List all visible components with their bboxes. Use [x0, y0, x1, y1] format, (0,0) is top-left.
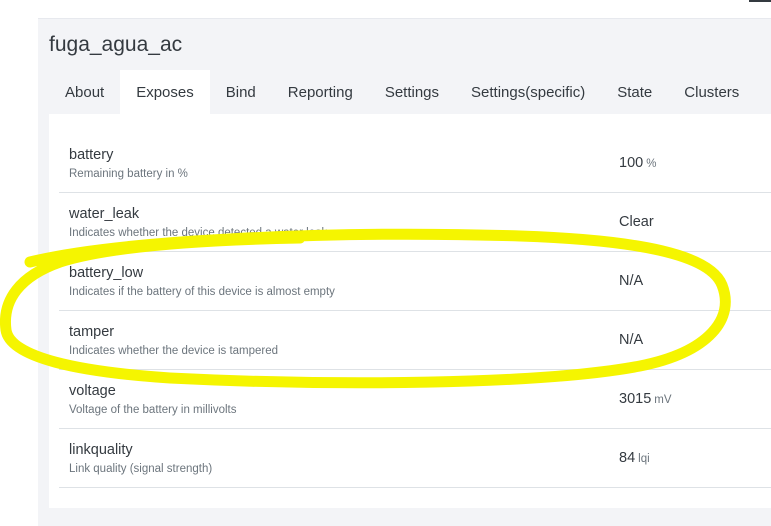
value-text: 3015 — [619, 391, 652, 407]
expose-name: battery_low — [69, 265, 144, 281]
expose-description: Indicates if the battery of this device … — [69, 286, 335, 298]
value-text: Clear — [619, 214, 654, 230]
tab-exposes[interactable]: Exposes — [120, 70, 210, 114]
expose-description: Indicates whether the device detected a … — [69, 227, 328, 239]
expose-description: Remaining battery in % — [69, 168, 188, 180]
value-text: 84 — [619, 450, 636, 466]
tab-state[interactable]: State — [601, 70, 668, 114]
expose-row-water-leak: water_leak Indicates whether the device … — [59, 193, 771, 252]
tab-clusters[interactable]: Clusters — [668, 70, 755, 114]
expose-value: N/A — [619, 273, 646, 289]
navbar-edge — [749, 0, 771, 2]
expose-row-battery-low: battery_low Indicates if the battery of … — [59, 252, 771, 311]
expose-row-battery: battery Remaining battery in % 100% — [59, 134, 771, 193]
value-text: N/A — [619, 273, 644, 289]
expose-name: water_leak — [69, 206, 140, 222]
expose-name: tamper — [69, 324, 115, 340]
expose-name: voltage — [69, 383, 116, 399]
expose-value: N/A — [619, 332, 646, 348]
expose-row-tamper: tamper Indicates whether the device is t… — [59, 311, 771, 370]
tab-settings[interactable]: Settings — [369, 70, 455, 114]
device-title: fuga_agua_ac — [49, 33, 183, 56]
value-unit: % — [646, 158, 657, 170]
expose-name: linkquality — [69, 442, 133, 458]
tab-settings-specific[interactable]: Settings(specific) — [455, 70, 601, 114]
expose-value: Clear — [619, 214, 657, 230]
exposes-list: battery Remaining battery in % 100% wate… — [59, 134, 771, 488]
tab-about[interactable]: About — [49, 70, 120, 114]
expose-name: battery — [69, 147, 114, 163]
value-unit: lqi — [638, 453, 650, 465]
expose-row-voltage: voltage Voltage of the battery in milliv… — [59, 370, 771, 429]
expose-value: 100% — [619, 155, 656, 171]
tab-reporting[interactable]: Reporting — [272, 70, 369, 114]
value-text: N/A — [619, 332, 644, 348]
expose-description: Indicates whether the device is tampered — [69, 345, 279, 357]
expose-value: 84 lqi — [619, 450, 650, 466]
value-unit: mV — [654, 394, 672, 406]
expose-row-linkquality: linkquality Link quality (signal strengt… — [59, 429, 771, 488]
expose-description: Voltage of the battery in millivolts — [69, 404, 237, 416]
top-navbar — [38, 0, 771, 19]
device-tabs: About Exposes Bind Reporting Settings Se… — [49, 70, 755, 114]
expose-value: 3015 mV — [619, 391, 672, 407]
expose-description: Link quality (signal strength) — [69, 463, 213, 475]
tab-bind[interactable]: Bind — [210, 70, 272, 114]
value-text: 100 — [619, 155, 644, 171]
